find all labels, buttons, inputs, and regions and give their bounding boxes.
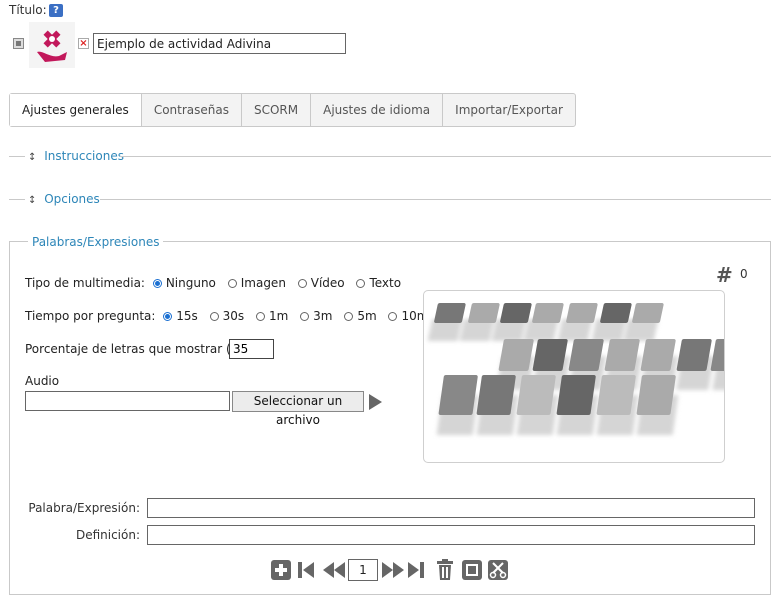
divider	[9, 199, 25, 200]
play-icon[interactable]	[369, 394, 382, 410]
radio-icon[interactable]	[297, 279, 307, 288]
percent-input[interactable]	[229, 339, 274, 359]
media-option-text[interactable]: Texto	[356, 276, 401, 290]
edit-image-icon[interactable]	[13, 38, 24, 49]
radio-icon[interactable]	[163, 312, 173, 321]
tab-import-export[interactable]: Importar/Exportar	[443, 94, 575, 126]
word-input[interactable]	[147, 498, 755, 518]
add-icon[interactable]	[271, 560, 291, 580]
media-type-label: Tipo de multimedia:	[25, 276, 145, 290]
page-number-input[interactable]: 1	[348, 559, 378, 581]
radio-icon[interactable]	[300, 312, 310, 321]
time-option-30s[interactable]: 30s	[209, 309, 244, 323]
options-label: Opciones	[40, 192, 104, 206]
words-legend: Palabras/Expresiones	[28, 235, 164, 249]
divider	[100, 199, 771, 200]
delete-icon[interactable]	[436, 559, 454, 581]
cut-icon[interactable]	[488, 560, 508, 580]
percent-label: Porcentaje de letras que mostrar (%):	[25, 342, 251, 356]
title-label: Título:	[9, 3, 47, 17]
first-page-icon[interactable]	[297, 560, 315, 580]
tab-bar: Ajustes generales Contraseñas SCORM Ajus…	[9, 93, 576, 127]
options-toggle[interactable]: ↕ Opciones	[28, 192, 104, 206]
radio-icon[interactable]	[227, 279, 237, 288]
last-page-icon[interactable]	[407, 560, 425, 580]
game-preview-image	[423, 290, 725, 463]
word-count: 0	[740, 267, 748, 281]
activity-thumbnail	[29, 22, 75, 68]
tab-scorm[interactable]: SCORM	[242, 94, 312, 126]
radio-icon[interactable]	[344, 312, 354, 321]
previous-page-icon[interactable]	[322, 560, 346, 580]
radio-icon[interactable]	[256, 312, 265, 321]
title-input[interactable]	[93, 33, 346, 54]
word-label: Palabra/Expresión:	[28, 501, 140, 515]
help-icon[interactable]: ?	[49, 4, 63, 17]
media-option-image[interactable]: Imagen	[227, 276, 286, 290]
media-type-row: Tipo de multimedia: Ninguno Imagen Vídeo…	[25, 276, 409, 290]
time-row: Tiempo por pregunta: 15s 30s 1m 3m 5m 10…	[25, 309, 436, 323]
select-file-button[interactable]: Seleccionar un archivo	[232, 391, 364, 427]
definition-input[interactable]	[147, 525, 755, 545]
divider	[9, 156, 25, 157]
instructions-label: Instrucciones	[40, 149, 128, 163]
radio-icon[interactable]	[209, 312, 219, 321]
tab-general-settings[interactable]: Ajustes generales	[10, 94, 142, 126]
instructions-toggle[interactable]: ↕ Instrucciones	[28, 149, 128, 163]
radio-icon[interactable]	[388, 312, 398, 321]
tab-passwords[interactable]: Contraseñas	[142, 94, 242, 126]
hash-icon: #	[716, 263, 733, 287]
next-page-icon[interactable]	[381, 560, 405, 580]
time-label: Tiempo por pregunta:	[25, 309, 156, 323]
remove-image-icon[interactable]: ×	[78, 38, 89, 49]
expand-icon: ↕	[28, 152, 37, 163]
divider	[120, 156, 771, 157]
time-option-3m[interactable]: 3m	[300, 309, 332, 323]
expand-icon: ↕	[28, 195, 37, 206]
copy-icon[interactable]	[462, 560, 482, 580]
time-option-1m[interactable]: 1m	[256, 309, 288, 323]
time-option-15s[interactable]: 15s	[163, 309, 198, 323]
audio-input[interactable]	[25, 391, 230, 411]
audio-label: Audio	[25, 374, 60, 388]
time-option-5m[interactable]: 5m	[344, 309, 377, 323]
media-option-video[interactable]: Vídeo	[297, 276, 345, 290]
radio-icon[interactable]	[152, 279, 162, 288]
definition-label: Definición:	[75, 528, 140, 542]
tab-language-settings[interactable]: Ajustes de idioma	[311, 94, 444, 126]
radio-icon[interactable]	[356, 279, 366, 288]
media-option-none[interactable]: Ninguno	[152, 276, 216, 290]
